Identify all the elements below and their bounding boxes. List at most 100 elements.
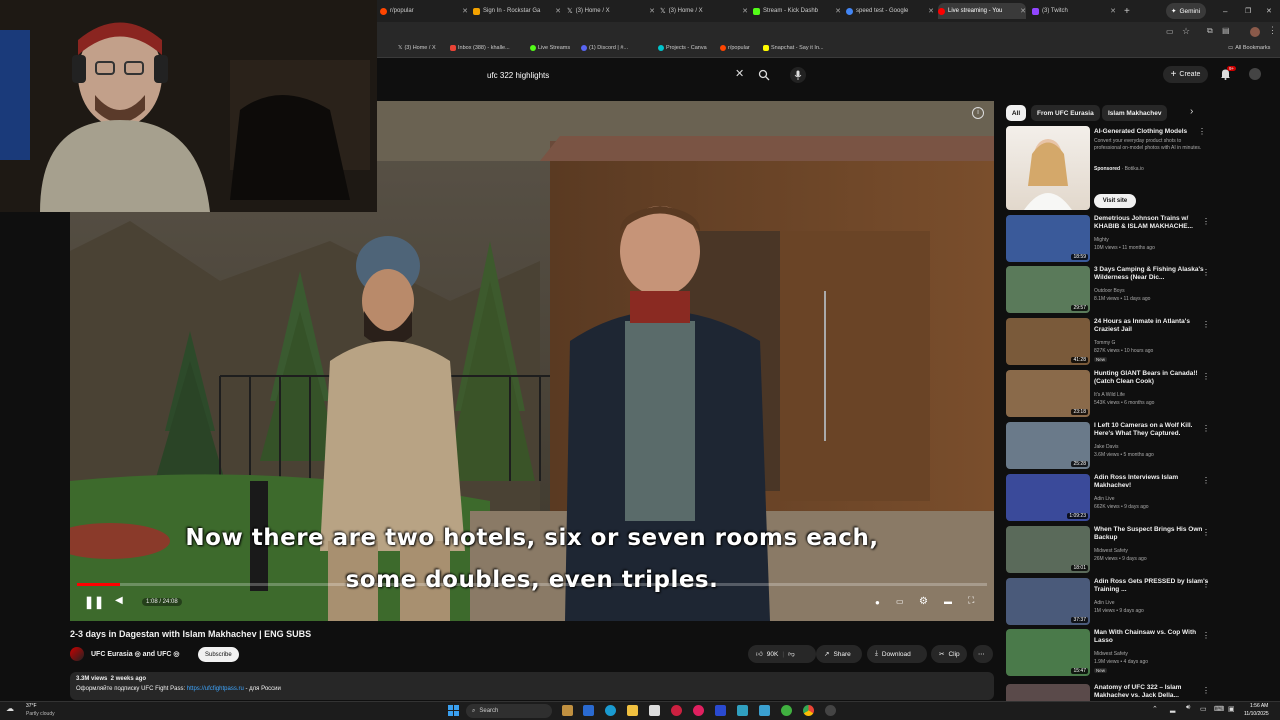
cast-icon[interactable]: ▭ [1166, 27, 1174, 36]
video-thumbnail[interactable]: 15:47 [1006, 629, 1090, 676]
recommendation-item[interactable]: 25:28 I Left 10 Cameras on a Wolf Kill. H… [1006, 422, 1280, 472]
weather-temp[interactable]: 37°F [26, 703, 37, 709]
taskbar-app-icon[interactable] [737, 705, 748, 716]
account-avatar[interactable] [1249, 68, 1261, 80]
clock-time[interactable]: 1:56 AM [1250, 703, 1268, 709]
tray-overflow-icon[interactable]: ⌃ [1152, 705, 1158, 713]
more-options-icon[interactable]: ⋮ [1202, 424, 1210, 433]
gemini-button[interactable]: ✦ Gemini [1166, 3, 1206, 19]
recommendation-item[interactable]: 1:09:23 Adin Ross Interviews Islam Makhac… [1006, 474, 1280, 524]
tab-2[interactable]: 𝕏 (3) Home / X ✕ [567, 3, 655, 19]
taskbar-app-icon[interactable] [583, 705, 594, 716]
search-input[interactable]: ufc 322 highlights [478, 65, 752, 85]
microphone-icon[interactable] [790, 67, 806, 83]
recommendation-item[interactable]: Anatomy of UFC 322 – Islam Makhachev vs.… [1006, 684, 1280, 701]
more-actions-button[interactable]: ⋯ [973, 645, 993, 663]
channel-name[interactable]: Mighty [1094, 237, 1109, 243]
close-tab-icon[interactable]: ✕ [555, 7, 561, 15]
keyboard-icon[interactable]: ⌨ [1214, 705, 1224, 713]
recommendation-item[interactable]: 41:28 24 Hours as Inmate in Atlanta's Cra… [1006, 318, 1280, 368]
windows-start-icon[interactable] [448, 705, 459, 716]
sidebar-icon[interactable]: ▤ [1222, 26, 1230, 35]
close-tab-icon[interactable]: ✕ [1110, 7, 1116, 15]
like-count[interactable]: 90K [767, 651, 779, 658]
video-title[interactable]: Anatomy of UFC 322 – Islam Makhachev vs.… [1094, 684, 1212, 700]
bookmark-star-icon[interactable]: ☆ [1182, 26, 1190, 37]
download-button[interactable]: ⤓ Download [867, 645, 927, 663]
channel-name[interactable]: Tommy G [1094, 340, 1115, 346]
clear-search-icon[interactable]: ✕ [735, 67, 744, 80]
channel-name[interactable]: Midwest Safety [1094, 548, 1128, 554]
channel-avatar[interactable] [70, 647, 84, 661]
video-thumbnail[interactable]: 37:37 [1006, 578, 1090, 625]
browser-menu-icon[interactable]: ⋮ [1268, 25, 1277, 36]
info-icon[interactable]: i [972, 107, 984, 119]
visit-site-button[interactable]: Visit site [1094, 194, 1136, 208]
ad-menu-icon[interactable]: ⋮ [1198, 127, 1206, 136]
channel-name[interactable]: It's A Wild Life [1094, 392, 1125, 398]
thumbs-up-icon[interactable]: 👍︎ [756, 650, 763, 658]
more-options-icon[interactable]: ⋮ [1202, 320, 1210, 329]
recommendation-item[interactable]: 29:57 3 Days Camping & Fishing Alaska's W… [1006, 266, 1280, 316]
video-thumbnail[interactable]: 25:28 [1006, 422, 1090, 469]
close-tab-icon[interactable]: ✕ [928, 7, 934, 15]
network-icon[interactable]: ▂ [1170, 705, 1175, 713]
video-title[interactable]: 3 Days Camping & Fishing Alaska's Wilder… [1094, 266, 1212, 282]
chip-islam-makhachev[interactable]: Islam Makhachev [1102, 105, 1168, 121]
close-tab-icon[interactable]: ✕ [742, 7, 748, 15]
more-options-icon[interactable]: ⋮ [1202, 528, 1210, 537]
settings-gear-icon[interactable]: ⚙ [919, 596, 928, 607]
bookmark-1[interactable]: Inbox (388) - khalle... [450, 45, 510, 51]
taskbar-app-icon[interactable] [562, 705, 573, 716]
video-title[interactable]: I Left 10 Cameras on a Wolf Kill. Here's… [1094, 422, 1212, 438]
tab-1[interactable]: Sign In - Rockstar Ga ✕ [473, 3, 561, 19]
video-thumbnail[interactable]: 41:28 [1006, 318, 1090, 365]
chevron-right-icon[interactable]: › [1190, 106, 1193, 117]
close-tab-icon[interactable]: ✕ [649, 7, 655, 15]
maximize-button[interactable]: ❐ [1245, 3, 1255, 19]
close-window-button[interactable]: ✕ [1266, 3, 1276, 19]
close-tab-icon[interactable]: ✕ [1020, 7, 1026, 15]
autoplay-toggle-icon[interactable]: ● [875, 598, 880, 607]
create-button[interactable]: + Create [1163, 66, 1208, 83]
more-options-icon[interactable]: ⋮ [1202, 217, 1210, 226]
pause-icon[interactable]: ❚❚ [84, 595, 104, 609]
extensions-icon[interactable]: ⧉ [1207, 26, 1213, 36]
close-tab-icon[interactable]: ✕ [462, 7, 468, 15]
share-button[interactable]: ↗ Share [816, 645, 862, 663]
recommendation-item[interactable]: 37:37 Adin Ross Gets PRESSED by Islam's T… [1006, 578, 1280, 628]
channel-name[interactable]: Adin Live [1094, 600, 1115, 606]
recommendation-item[interactable]: 18:01 When The Suspect Brings His Own Bac… [1006, 526, 1280, 576]
channel-name[interactable]: Adin Live [1094, 496, 1115, 502]
search-icon[interactable] [758, 68, 770, 81]
recommendation-item[interactable]: 18:59 Demetrious Johnson Trains w/ KHABIB… [1006, 215, 1280, 265]
taskbar-app-icon[interactable] [671, 705, 682, 716]
fullscreen-icon[interactable]: ⛶ [968, 595, 974, 606]
video-title[interactable]: Adin Ross Interviews Islam Makhachev! [1094, 474, 1212, 490]
taskbar-app-icon[interactable] [781, 705, 792, 716]
chip-from-ufc-eurasia[interactable]: From UFC Eurasia [1031, 105, 1100, 121]
volume-icon[interactable]: 🔊︎ [1186, 704, 1190, 712]
battery-icon[interactable]: ▭ [1200, 705, 1207, 713]
bookmark-5[interactable]: r/popular [720, 45, 750, 51]
tab-3[interactable]: 𝕏 (3) Home / X ✕ [660, 3, 748, 19]
bookmark-6[interactable]: Snapchat - Say it In... [763, 45, 824, 51]
close-tab-icon[interactable]: ✕ [835, 7, 841, 15]
ad-thumbnail[interactable] [1006, 126, 1090, 210]
sponsored-ad[interactable]: AI-Generated Clothing Models ⋮ Convert y… [1006, 126, 1280, 210]
bookmark-0[interactable]: 𝕏 (3) Home / X [398, 45, 436, 51]
taskbar-search[interactable]: ⌕ Search [466, 704, 552, 718]
bookmark-2[interactable]: Live Streams [530, 45, 570, 51]
video-title[interactable]: 24 Hours as Inmate in Atlanta's Craziest… [1094, 318, 1212, 334]
channel-name[interactable]: UFC Eurasia ◎ and UFC ◎ [91, 650, 179, 658]
channel-name[interactable]: Midwest Safety [1094, 651, 1128, 657]
profile-avatar[interactable] [1250, 27, 1260, 37]
progress-bar[interactable] [77, 583, 987, 586]
recommendation-item[interactable]: 15:47 Man With Chainsaw vs. Cop With Lass… [1006, 629, 1280, 679]
more-options-icon[interactable]: ⋮ [1202, 580, 1210, 589]
description-link[interactable]: https://ufcfightpass.ru [187, 686, 244, 692]
video-title[interactable]: Hunting GIANT Bears in Canada!! (Catch C… [1094, 370, 1212, 386]
video-title[interactable]: Adin Ross Gets PRESSED by Islam's Traini… [1094, 578, 1212, 594]
taskbar-app-icon[interactable] [759, 705, 770, 716]
video-thumbnail[interactable]: 29:57 [1006, 266, 1090, 313]
